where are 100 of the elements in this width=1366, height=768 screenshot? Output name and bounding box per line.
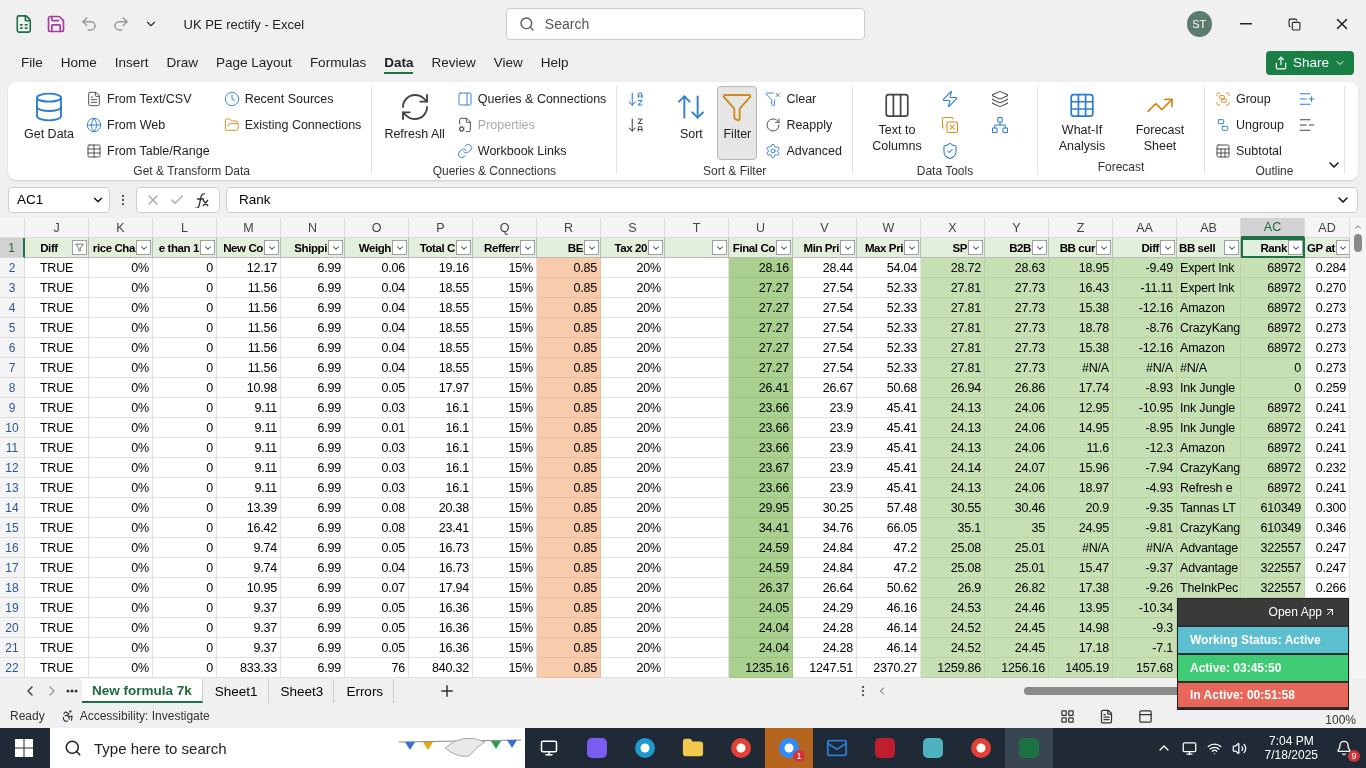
- column-header[interactable]: T: [665, 218, 729, 239]
- row-header[interactable]: 17: [0, 558, 25, 579]
- column-header[interactable]: P: [409, 218, 473, 239]
- table-cell: 24.45: [985, 638, 1049, 659]
- menu-tab[interactable]: File: [12, 51, 52, 75]
- row-header[interactable]: 15: [0, 518, 25, 539]
- sheet-tab[interactable]: Sheet1: [204, 679, 269, 704]
- row-header[interactable]: 16: [0, 538, 25, 559]
- ribbon-button[interactable]: Filter: [717, 85, 758, 160]
- menu-tab[interactable]: Review: [422, 51, 485, 75]
- ribbon-button[interactable]: Group: [1213, 85, 1286, 112]
- menu-tab[interactable]: Insert: [105, 51, 158, 75]
- ribbon-button[interactable]: From Text/CSV: [84, 85, 212, 112]
- ribbon-button[interactable]: Refresh All: [380, 85, 449, 160]
- row-header[interactable]: 5: [0, 318, 25, 339]
- row-header[interactable]: 4: [0, 298, 25, 319]
- accessibility-status[interactable]: Accessibility: Investigate: [60, 709, 210, 724]
- table-cell: 15%: [473, 338, 537, 359]
- column-header[interactable]: S: [601, 218, 665, 239]
- row-header[interactable]: 8: [0, 378, 25, 399]
- row-header[interactable]: 10: [0, 418, 25, 439]
- taskbar-clock[interactable]: 7:04 PM 7/18/2025: [1264, 734, 1318, 762]
- row-header[interactable]: 12: [0, 458, 25, 479]
- ribbon-button[interactable]: Text to Columns: [861, 85, 933, 160]
- ribbon-button[interactable]: Clear: [763, 85, 844, 112]
- ribbon-button[interactable]: Recent Sources: [221, 85, 364, 112]
- ribbon-button[interactable]: From Table/Range: [84, 137, 212, 164]
- column-header[interactable]: Y: [985, 218, 1049, 239]
- row-header[interactable]: 18: [0, 578, 25, 599]
- ribbon-button[interactable]: Workbook Links: [454, 137, 609, 164]
- table-cell: 0.03: [345, 478, 409, 499]
- ribbon-button[interactable]: Advanced: [763, 137, 844, 164]
- column-header[interactable]: AC: [1241, 218, 1305, 239]
- ribbon-button[interactable]: Subtotal: [1213, 137, 1286, 164]
- column-header[interactable]: V: [793, 218, 857, 239]
- row-header[interactable]: 1: [0, 238, 25, 259]
- ribbon-button[interactable]: From Web: [84, 111, 212, 138]
- column-header[interactable]: Z: [1049, 218, 1113, 239]
- column-header[interactable]: X: [921, 218, 985, 239]
- row-header[interactable]: 2: [0, 258, 25, 279]
- column-header[interactable]: R: [537, 218, 601, 239]
- table-cell: 0: [153, 398, 217, 419]
- ribbon-button[interactable]: Get Data: [20, 85, 79, 160]
- taskbar-app[interactable]: 1: [765, 728, 813, 768]
- name-box[interactable]: AC1: [8, 186, 110, 213]
- menu-tab[interactable]: Formulas: [300, 51, 376, 75]
- table-cell: 0%: [89, 278, 153, 299]
- share-button[interactable]: Share: [1265, 50, 1354, 75]
- row-header[interactable]: 21: [0, 638, 25, 659]
- column-header[interactable]: AD: [1305, 218, 1350, 239]
- row-header[interactable]: 13: [0, 478, 25, 499]
- sheet-tab[interactable]: Sheet3: [270, 679, 335, 704]
- ribbon-button[interactable]: Sort: [671, 85, 712, 160]
- column-header[interactable]: AB: [1177, 218, 1241, 239]
- taskbar-search-field[interactable]: Type here to search: [50, 728, 525, 768]
- column-header[interactable]: U: [729, 218, 793, 239]
- sheet-tab[interactable]: Errors: [336, 679, 395, 704]
- table-cell: 68972: [1241, 278, 1305, 299]
- user-avatar[interactable]: ST: [1186, 11, 1212, 37]
- column-header[interactable]: W: [857, 218, 921, 239]
- table-cell: 23.9: [793, 438, 857, 459]
- menu-tab[interactable]: Draw: [157, 51, 208, 75]
- ribbon-button[interactable]: Reapply: [763, 111, 844, 138]
- search-field[interactable]: Search: [505, 8, 865, 40]
- ribbon-button[interactable]: What-If Analysis: [1046, 85, 1118, 160]
- menu-tab[interactable]: View: [484, 51, 532, 75]
- ribbon-button[interactable]: Forecast Sheet: [1124, 85, 1196, 160]
- row-header[interactable]: 7: [0, 358, 25, 379]
- ribbon-button[interactable]: Ungroup: [1213, 111, 1286, 138]
- column-header[interactable]: O: [345, 218, 409, 239]
- row-header[interactable]: 3: [0, 278, 25, 299]
- table-cell: 0.85: [537, 358, 601, 379]
- zoom-level[interactable]: 100%: [1325, 713, 1356, 728]
- ribbon-button[interactable]: Existing Connections: [221, 111, 364, 138]
- ribbon-button[interactable]: Queries & Connections: [454, 85, 609, 112]
- menu-tab[interactable]: Data: [375, 51, 423, 75]
- column-header[interactable]: Q: [473, 218, 537, 239]
- notifications-button[interactable]: 9: [1330, 734, 1358, 762]
- menu-tab[interactable]: Home: [51, 51, 106, 75]
- table-cell: 9.37: [217, 618, 281, 639]
- menu-tab[interactable]: Page Layout: [207, 51, 301, 75]
- row-header[interactable]: 9: [0, 398, 25, 419]
- column-header[interactable]: K: [89, 218, 153, 239]
- formula-field[interactable]: Rank: [226, 186, 1358, 213]
- row-header[interactable]: 14: [0, 498, 25, 519]
- column-header[interactable]: M: [217, 218, 281, 239]
- sheet-tab[interactable]: New formula 7k: [82, 679, 203, 704]
- column-header[interactable]: J: [25, 218, 89, 239]
- menu-tab[interactable]: Help: [531, 51, 578, 75]
- row-header[interactable]: 20: [0, 618, 25, 639]
- row-header[interactable]: 22: [0, 658, 25, 679]
- row-header[interactable]: 11: [0, 438, 25, 459]
- open-app-link[interactable]: Open App: [1178, 599, 1348, 625]
- table-cell: TRUE: [25, 558, 89, 579]
- row-header[interactable]: 19: [0, 598, 25, 619]
- row-header[interactable]: 6: [0, 338, 25, 359]
- column-header[interactable]: L: [153, 218, 217, 239]
- column-header[interactable]: N: [281, 218, 345, 239]
- table-cell: 0.85: [537, 298, 601, 319]
- column-header[interactable]: AA: [1113, 218, 1177, 239]
